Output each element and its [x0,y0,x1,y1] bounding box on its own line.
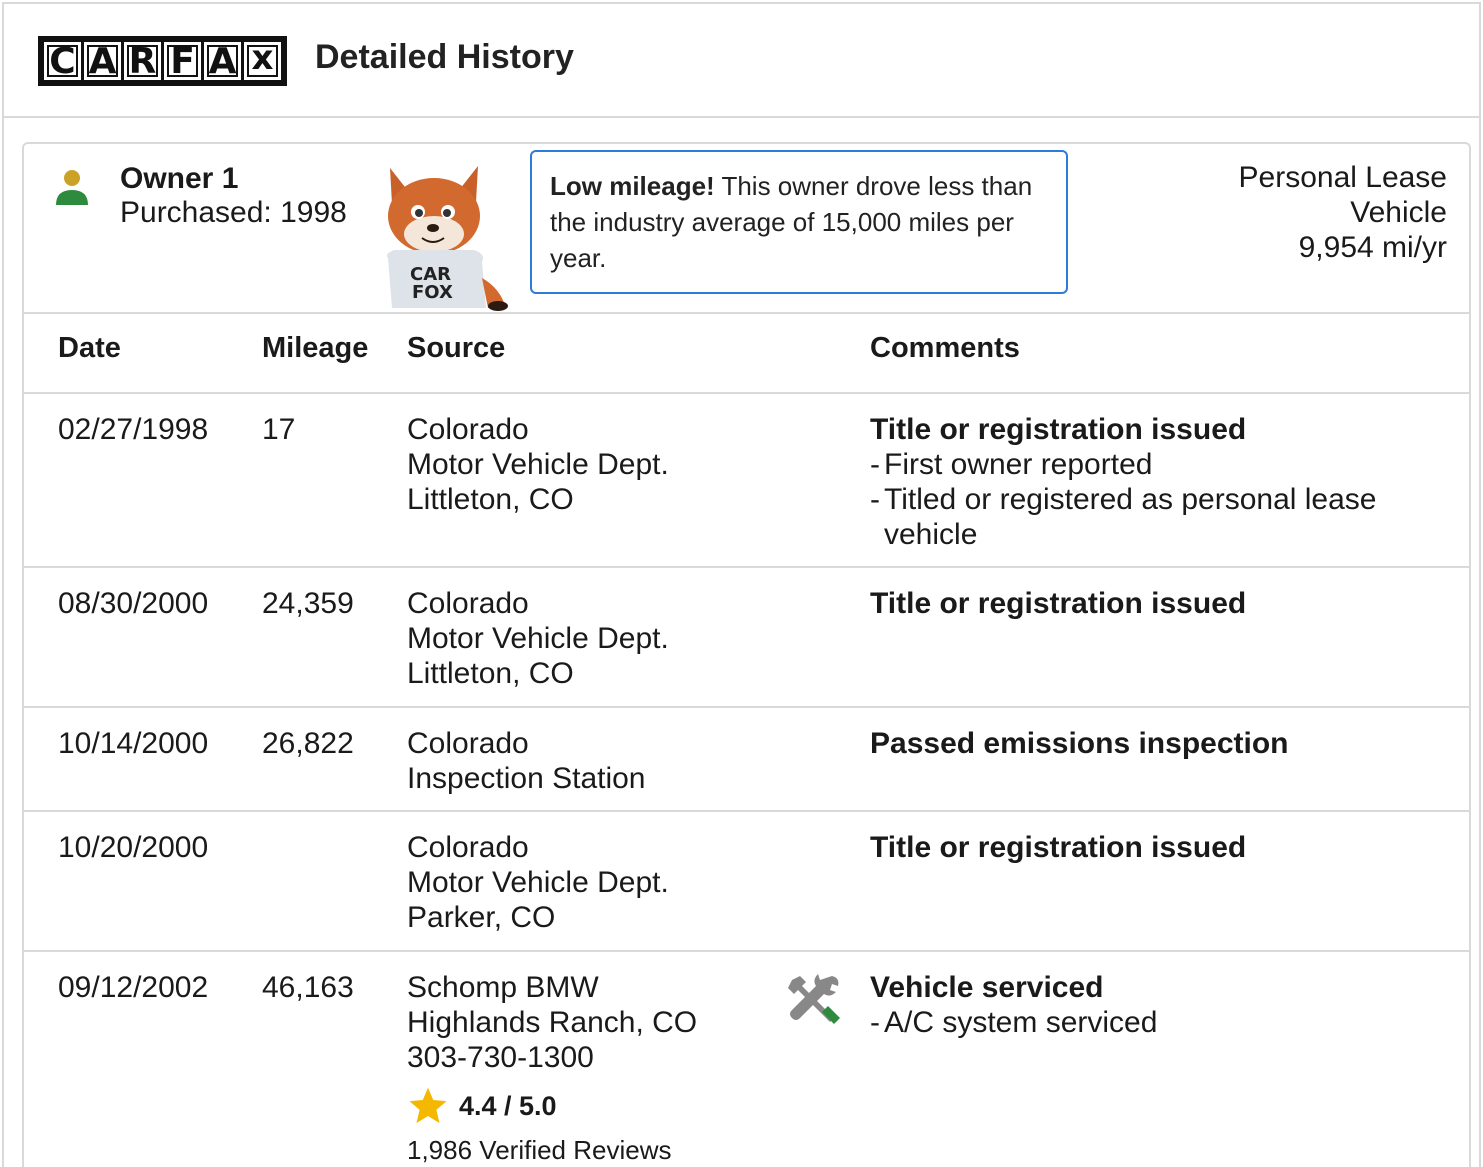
comment-item: - Titled or registered as personal lease … [870,483,1377,551]
source-line: Colorado [407,831,529,864]
reviews-link[interactable]: 1,986 Verified Reviews [407,1133,697,1167]
source-line: Littleton, CO [407,483,574,516]
low-mileage-callout: Low mileage! This owner drove less than … [530,150,1068,294]
row-date: 08/30/2000 [58,587,209,620]
row-mileage: 46,163 [262,971,354,1004]
row-source: Colorado Motor Vehicle Dept. Parker, CO [407,830,669,935]
report-header: C A R F A x Detailed History [4,4,1479,118]
source-line: Colorado [407,587,529,620]
comment-title: Title or registration issued [870,587,1247,620]
column-header-source: Source [407,332,506,364]
page-title: Detailed History [315,38,574,76]
table-row: 02/27/1998 17 Colorado Motor Vehicle Dep… [24,394,1469,568]
carfox-mascot-icon: CAR FOX [386,166,508,311]
row-comments: Passed emissions inspection [870,726,1450,761]
row-source: Colorado Motor Vehicle Dept. Littleton, … [407,412,669,517]
source-line: Motor Vehicle Dept. [407,448,669,481]
source-line: Inspection Station [407,762,646,795]
table-row: 09/12/2002 46,163 Schomp BMW Highlands R… [24,952,1469,1167]
source-line: Highlands Ranch, CO [407,1006,698,1039]
row-mileage: 24,359 [262,587,354,620]
row-comments: Title or registration issued [870,586,1450,621]
owner-type: Personal Lease Vehicle 9,954 mi/yr [1147,160,1447,265]
rating-value: 4.4 / 5.0 [459,1090,557,1121]
source-line: Motor Vehicle Dept. [407,866,669,899]
row-comments: Vehicle serviced - A/C system serviced [870,970,1450,1040]
report-frame: C A R F A x Detailed History Owner 1 Pur… [2,2,1481,1167]
row-comments: Title or registration issued [870,830,1450,865]
dealer-rating[interactable]: 4.4 / 5.0 [407,1085,697,1127]
owner-name: Owner 1 [120,162,239,195]
row-mileage: 26,822 [262,727,354,760]
row-source: Colorado Inspection Station [407,726,646,796]
table-row: 10/20/2000 Colorado Motor Vehicle Dept. … [24,812,1469,952]
history-table: Date Mileage Source Comments 02/27/1998 … [22,312,1471,1167]
source-phone[interactable]: 303-730-1300 [407,1040,697,1075]
row-date: 09/12/2002 [58,971,209,1004]
row-mileage: 17 [262,413,296,446]
logo-letter: C [44,41,81,82]
owner-purchased: Purchased: 1998 [120,196,347,229]
row-comments: Title or registration issued - First owne… [870,412,1450,552]
carfax-logo[interactable]: C A R F A x [38,36,287,86]
logo-letter: R [124,41,161,82]
source-line: Parker, CO [407,901,556,934]
comment-title: Passed emissions inspection [870,727,1289,760]
table-row: 10/14/2000 26,822 Colorado Inspection St… [24,708,1469,812]
row-source: Schomp BMW Highlands Ranch, CO 303-730-1… [407,970,697,1167]
logo-letter: A [84,41,121,82]
column-header-comments: Comments [870,332,1020,364]
ownership-type: Personal Lease [1238,161,1447,194]
logo-letter: x [244,38,281,80]
ownership-type-cont: Vehicle [1350,196,1447,229]
source-line: Littleton, CO [407,657,574,690]
comment-title: Title or registration issued [870,831,1247,864]
wrench-screwdriver-icon [788,974,840,1024]
row-date: 10/20/2000 [58,831,209,864]
comment-title: Title or registration issued [870,413,1247,446]
comment-item: - A/C system serviced [870,1006,1158,1039]
logo-letter: A [204,41,241,82]
fox-shirt-text: FOX [412,282,453,303]
comment-item: - First owner reported [870,448,1153,481]
source-line: Colorado [407,727,529,760]
callout-heading: Low mileage! [550,171,715,201]
source-line: Colorado [407,413,529,446]
logo-letter: F [164,41,201,82]
source-line[interactable]: Schomp BMW [407,970,697,1005]
table-header: Date Mileage Source Comments [24,314,1469,394]
comment-title: Vehicle serviced [870,971,1104,1004]
row-date: 02/27/1998 [58,413,209,446]
source-line: Motor Vehicle Dept. [407,622,669,655]
row-source: Colorado Motor Vehicle Dept. Littleton, … [407,586,669,691]
table-row: 08/30/2000 24,359 Colorado Motor Vehicle… [24,568,1469,708]
row-date: 10/14/2000 [58,727,209,760]
star-icon [409,1087,447,1124]
mileage-rate: 9,954 mi/yr [1298,231,1447,264]
person-icon [56,170,88,205]
owner-summary: Owner 1 Purchased: 1998 CAR FOX Low mile… [22,142,1471,314]
column-header-mileage: Mileage [262,332,369,364]
column-header-date: Date [58,332,121,364]
